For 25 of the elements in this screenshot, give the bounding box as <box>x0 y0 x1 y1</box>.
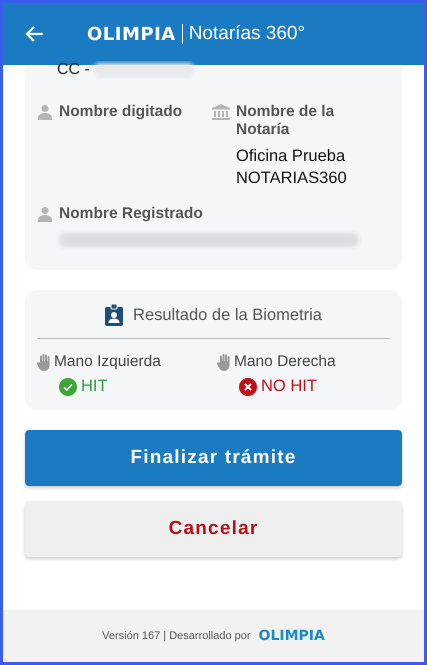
document-label: CC - <box>57 61 90 79</box>
finish-button[interactable]: Finalizar trámite <box>25 430 402 486</box>
field-label: Nombre de la Notaría <box>236 103 336 139</box>
field-label: Nombre Registrado <box>59 205 203 223</box>
cancel-button[interactable]: Cancelar <box>25 501 402 557</box>
hand-label: Mano Derecha <box>234 353 336 371</box>
bank-icon <box>212 104 230 120</box>
person-icon <box>37 206 53 222</box>
result-text: HIT <box>81 377 108 396</box>
check-icon <box>59 378 77 396</box>
app-title: Notarías 360° <box>188 23 306 45</box>
id-badge-icon <box>105 304 124 326</box>
person-icon <box>37 104 53 120</box>
result-text: NO HIT <box>261 377 317 396</box>
hand-label: Mano Izquierda <box>54 353 161 371</box>
brand-logo: OLIMPIA <box>258 628 325 644</box>
section-title: Resultado de la Biometria <box>133 306 322 324</box>
hand-icon <box>217 353 231 371</box>
version-text: Versión 167 | Desarrollado por <box>102 630 251 642</box>
brand-logo: OLIMPIA <box>87 24 176 44</box>
field-value: Oficina Prueba NOTARIAS360 <box>236 146 348 189</box>
error-icon <box>239 378 257 396</box>
field-label: Nombre digitado <box>59 103 182 121</box>
hand-icon <box>37 353 51 371</box>
back-arrow-icon[interactable] <box>25 24 45 44</box>
